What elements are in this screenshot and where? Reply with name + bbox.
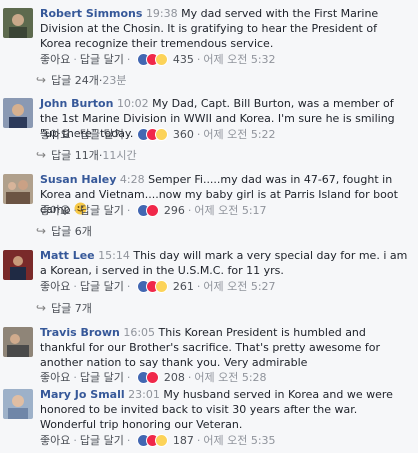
- replies-count[interactable]: 답글 7개: [51, 302, 92, 315]
- reply-button[interactable]: 답글 달기: [80, 280, 124, 293]
- reaction-count[interactable]: 360: [173, 128, 194, 141]
- replies-count[interactable]: 답글 6개: [51, 225, 92, 238]
- replies-count[interactable]: 답글 11개: [51, 149, 99, 162]
- comment-author[interactable]: Robert Simmons: [40, 7, 142, 20]
- reaction-count[interactable]: 261: [173, 280, 194, 293]
- comment-feed: Robert Simmons 19:38 My dad served with …: [0, 0, 418, 453]
- replies-link[interactable]: ↪ 답글 6개: [36, 223, 92, 239]
- reply-button[interactable]: 답글 달기: [80, 53, 124, 66]
- replies-count[interactable]: 답글 24개: [51, 74, 99, 87]
- reply-button[interactable]: 답글 달기: [80, 371, 124, 384]
- avatar[interactable]: [3, 389, 33, 419]
- replies-link[interactable]: ↪ 답글 24개·23분: [36, 72, 127, 88]
- comment-actions: 좋아요 · 답글 달기 · 360 · 어제 오전 5:22: [40, 128, 276, 142]
- avatar[interactable]: [3, 98, 33, 128]
- reaction-icons[interactable]: [136, 53, 170, 67]
- comment-date[interactable]: 어제 오전 5:17: [194, 204, 266, 217]
- comment-time[interactable]: 16:05: [123, 326, 155, 339]
- avatar[interactable]: [3, 250, 33, 280]
- reaction-count[interactable]: 435: [173, 53, 194, 66]
- reaction-icons[interactable]: [136, 128, 170, 142]
- reaction-count[interactable]: 208: [164, 371, 185, 384]
- haha-reaction-icon: [154, 434, 168, 447]
- reply-arrow-icon: ↪: [36, 301, 47, 315]
- comment-actions: 좋아요 · 답글 달기 · 208 · 어제 오전 5:28: [40, 371, 267, 385]
- like-button[interactable]: 좋아요: [40, 371, 70, 384]
- comment-time[interactable]: 19:38: [146, 7, 178, 20]
- comment-author[interactable]: Mary Jo Small: [40, 388, 125, 401]
- comment-date[interactable]: 어제 오전 5:28: [194, 371, 266, 384]
- love-reaction-icon: [145, 204, 159, 217]
- replies-time: 11시간: [102, 149, 137, 162]
- comment-time[interactable]: 15:14: [98, 249, 130, 262]
- reply-button[interactable]: 답글 달기: [80, 434, 124, 447]
- comment-actions: 좋아요 · 답글 달기 · 435 · 어제 오전 5:32: [40, 53, 276, 67]
- haha-reaction-icon: [154, 53, 168, 66]
- like-button[interactable]: 좋아요: [40, 53, 70, 66]
- like-button[interactable]: 좋아요: [40, 128, 70, 141]
- reply-arrow-icon: ↪: [36, 73, 47, 87]
- reply-arrow-icon: ↪: [36, 148, 47, 162]
- replies-link[interactable]: ↪ 답글 7개: [36, 300, 92, 316]
- comment-author[interactable]: Travis Brown: [40, 326, 120, 339]
- wow-reaction-icon: [154, 128, 168, 141]
- avatar[interactable]: [3, 8, 33, 38]
- comment-author[interactable]: Matt Lee: [40, 249, 95, 262]
- reaction-count[interactable]: 187: [173, 434, 194, 447]
- reaction-icons[interactable]: [136, 434, 170, 448]
- like-button[interactable]: 좋아요: [40, 204, 70, 217]
- reply-button[interactable]: 답글 달기: [80, 204, 124, 217]
- reaction-count[interactable]: 296: [164, 204, 185, 217]
- comment-actions: 좋아요 · 답글 달기 · 261 · 어제 오전 5:27: [40, 280, 276, 294]
- replies-link[interactable]: ↪ 답글 11개·11시간: [36, 147, 137, 163]
- replies-time: 23분: [102, 74, 127, 87]
- reaction-icons[interactable]: [136, 371, 161, 385]
- avatar[interactable]: [3, 174, 33, 204]
- comment-date[interactable]: 어제 오전 5:35: [203, 434, 275, 447]
- reaction-icons[interactable]: [136, 280, 170, 294]
- comment-time[interactable]: 10:02: [117, 97, 149, 110]
- comment-time[interactable]: 23:01: [128, 388, 160, 401]
- reply-arrow-icon: ↪: [36, 224, 47, 238]
- comment-author[interactable]: Susan Haley: [40, 173, 116, 186]
- reaction-icons[interactable]: [136, 204, 161, 218]
- comment-actions: 좋아요 · 답글 달기 · 296 · 어제 오전 5:17: [40, 204, 267, 218]
- comment-date[interactable]: 어제 오전 5:22: [203, 128, 275, 141]
- comment-date[interactable]: 어제 오전 5:32: [203, 53, 275, 66]
- like-button[interactable]: 좋아요: [40, 434, 70, 447]
- haha-reaction-icon: [154, 280, 168, 293]
- comment-author[interactable]: John Burton: [40, 97, 113, 110]
- like-button[interactable]: 좋아요: [40, 280, 70, 293]
- comment-text: This day will mark a very special day fo…: [40, 249, 408, 277]
- comment-time[interactable]: 4:28: [120, 173, 145, 186]
- avatar[interactable]: [3, 327, 33, 357]
- comment-actions: 좋아요 · 답글 달기 · 187 · 어제 오전 5:35: [40, 434, 276, 448]
- love-reaction-icon: [145, 371, 159, 384]
- reply-button[interactable]: 답글 달기: [80, 128, 124, 141]
- comment-date[interactable]: 어제 오전 5:27: [203, 280, 275, 293]
